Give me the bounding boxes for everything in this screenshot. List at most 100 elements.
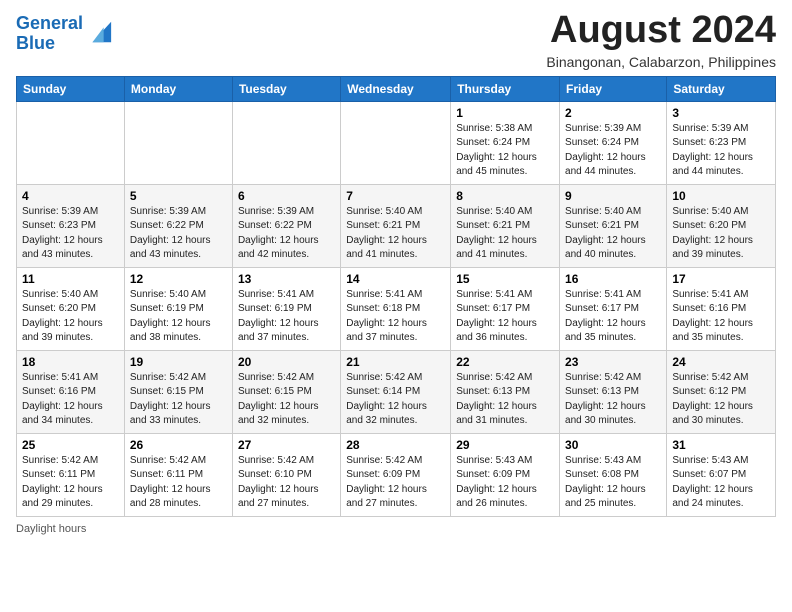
- day-number: 27: [238, 438, 335, 452]
- calendar-week-row: 11 Sunrise: 5:40 AM Sunset: 6:20 PM Dayli…: [17, 267, 776, 350]
- daylight-label: Daylight hours: [16, 523, 86, 535]
- day-number: 17: [672, 272, 770, 286]
- day-info: Sunrise: 5:43 AM Sunset: 6:07 PM Dayligh…: [672, 454, 770, 512]
- day-number: 14: [346, 272, 445, 286]
- day-number: 21: [346, 355, 445, 369]
- calendar-cell: 9 Sunrise: 5:40 AM Sunset: 6:21 PM Daylig…: [560, 184, 667, 267]
- title-block: August 2024 Binangonan, Calabarzon, Phil…: [546, 10, 776, 70]
- calendar-week-row: 25 Sunrise: 5:42 AM Sunset: 6:11 PM Dayli…: [17, 433, 776, 516]
- day-number: 25: [22, 438, 119, 452]
- day-info: Sunrise: 5:41 AM Sunset: 6:16 PM Dayligh…: [672, 288, 770, 346]
- calendar-cell: 4 Sunrise: 5:39 AM Sunset: 6:23 PM Daylig…: [17, 184, 125, 267]
- day-info: Sunrise: 5:42 AM Sunset: 6:11 PM Dayligh…: [22, 454, 119, 512]
- footer: Daylight hours: [16, 523, 776, 535]
- day-info: Sunrise: 5:41 AM Sunset: 6:17 PM Dayligh…: [565, 288, 661, 346]
- day-info: Sunrise: 5:41 AM Sunset: 6:18 PM Dayligh…: [346, 288, 445, 346]
- day-info: Sunrise: 5:42 AM Sunset: 6:12 PM Dayligh…: [672, 371, 770, 429]
- day-info: Sunrise: 5:39 AM Sunset: 6:23 PM Dayligh…: [22, 205, 119, 263]
- day-number: 28: [346, 438, 445, 452]
- day-number: 12: [130, 272, 227, 286]
- day-number: 4: [22, 189, 119, 203]
- day-number: 18: [22, 355, 119, 369]
- calendar-cell: 15Sunrise: 5:41 AM Sunset: 6:17 PM Dayli…: [451, 267, 560, 350]
- day-info: Sunrise: 5:42 AM Sunset: 6:14 PM Dayligh…: [346, 371, 445, 429]
- day-info: Sunrise: 5:42 AM Sunset: 6:13 PM Dayligh…: [565, 371, 661, 429]
- calendar-cell: 6 Sunrise: 5:39 AM Sunset: 6:22 PM Daylig…: [232, 184, 340, 267]
- day-number: 5: [130, 189, 227, 203]
- day-info: Sunrise: 5:40 AM Sunset: 6:20 PM Dayligh…: [672, 205, 770, 263]
- day-number: 9: [565, 189, 661, 203]
- day-info: Sunrise: 5:41 AM Sunset: 6:19 PM Dayligh…: [238, 288, 335, 346]
- day-info: Sunrise: 5:42 AM Sunset: 6:10 PM Dayligh…: [238, 454, 335, 512]
- day-number: 31: [672, 438, 770, 452]
- calendar-header-row: SundayMondayTuesdayWednesdayThursdayFrid…: [17, 76, 776, 101]
- calendar-cell: 7 Sunrise: 5:40 AM Sunset: 6:21 PM Daylig…: [341, 184, 451, 267]
- calendar-cell: [341, 101, 451, 184]
- calendar-cell: 14 Sunrise: 5:41 AM Sunset: 6:18 PM Dayli…: [341, 267, 451, 350]
- day-info: Sunrise: 5:42 AM Sunset: 6:09 PM Dayligh…: [346, 454, 445, 512]
- logo-text: General Blue: [16, 14, 83, 54]
- calendar-cell: 10 Sunrise: 5:40 AM Sunset: 6:20 PM Dayli…: [667, 184, 776, 267]
- calendar-cell: 28 Sunrise: 5:42 AM Sunset: 6:09 PM Dayli…: [341, 433, 451, 516]
- day-info: Sunrise: 5:38 AM Sunset: 6:24 PM Dayligh…: [456, 122, 554, 180]
- calendar-header-tuesday: Tuesday: [232, 76, 340, 101]
- day-info: Sunrise: 5:40 AM Sunset: 6:21 PM Dayligh…: [565, 205, 661, 263]
- day-info: Sunrise: 5:42 AM Sunset: 6:13 PM Dayligh…: [456, 371, 554, 429]
- day-number: 6: [238, 189, 335, 203]
- day-number: 30: [565, 438, 661, 452]
- day-number: 26: [130, 438, 227, 452]
- calendar-header-friday: Friday: [560, 76, 667, 101]
- calendar-cell: 26Sunrise: 5:42 AM Sunset: 6:11 PM Dayli…: [124, 433, 232, 516]
- day-info: Sunrise: 5:40 AM Sunset: 6:21 PM Dayligh…: [346, 205, 445, 263]
- day-number: 8: [456, 189, 554, 203]
- day-info: Sunrise: 5:40 AM Sunset: 6:19 PM Dayligh…: [130, 288, 227, 346]
- day-number: 16: [565, 272, 661, 286]
- day-info: Sunrise: 5:41 AM Sunset: 6:16 PM Dayligh…: [22, 371, 119, 429]
- calendar-week-row: 1 Sunrise: 5:38 AM Sunset: 6:24 PM Daylig…: [17, 101, 776, 184]
- day-number: 7: [346, 189, 445, 203]
- day-number: 1: [456, 106, 554, 120]
- calendar-cell: 5 Sunrise: 5:39 AM Sunset: 6:22 PM Daylig…: [124, 184, 232, 267]
- page: General Blue August 2024 Binangonan, Cal…: [0, 0, 792, 545]
- day-info: Sunrise: 5:42 AM Sunset: 6:15 PM Dayligh…: [238, 371, 335, 429]
- day-number: 24: [672, 355, 770, 369]
- calendar-header-saturday: Saturday: [667, 76, 776, 101]
- day-number: 11: [22, 272, 119, 286]
- logo: General Blue: [16, 14, 113, 54]
- calendar-week-row: 18 Sunrise: 5:41 AM Sunset: 6:16 PM Dayli…: [17, 350, 776, 433]
- day-info: Sunrise: 5:43 AM Sunset: 6:08 PM Dayligh…: [565, 454, 661, 512]
- calendar-cell: 17 Sunrise: 5:41 AM Sunset: 6:16 PM Dayli…: [667, 267, 776, 350]
- calendar-table: SundayMondayTuesdayWednesdayThursdayFrid…: [16, 76, 776, 517]
- day-number: 20: [238, 355, 335, 369]
- calendar-cell: 29Sunrise: 5:43 AM Sunset: 6:09 PM Dayli…: [451, 433, 560, 516]
- calendar-cell: 1 Sunrise: 5:38 AM Sunset: 6:24 PM Daylig…: [451, 101, 560, 184]
- header: General Blue August 2024 Binangonan, Cal…: [16, 10, 776, 70]
- calendar-cell: [232, 101, 340, 184]
- calendar-cell: 19Sunrise: 5:42 AM Sunset: 6:15 PM Dayli…: [124, 350, 232, 433]
- calendar-cell: 3Sunrise: 5:39 AM Sunset: 6:23 PM Daylig…: [667, 101, 776, 184]
- calendar-cell: 8Sunrise: 5:40 AM Sunset: 6:21 PM Daylig…: [451, 184, 560, 267]
- day-number: 2: [565, 106, 661, 120]
- day-number: 15: [456, 272, 554, 286]
- day-info: Sunrise: 5:42 AM Sunset: 6:15 PM Dayligh…: [130, 371, 227, 429]
- calendar-header-thursday: Thursday: [451, 76, 560, 101]
- day-number: 3: [672, 106, 770, 120]
- calendar-cell: 24 Sunrise: 5:42 AM Sunset: 6:12 PM Dayli…: [667, 350, 776, 433]
- calendar-cell: 27 Sunrise: 5:42 AM Sunset: 6:10 PM Dayli…: [232, 433, 340, 516]
- day-info: Sunrise: 5:39 AM Sunset: 6:24 PM Dayligh…: [565, 122, 661, 180]
- day-info: Sunrise: 5:40 AM Sunset: 6:20 PM Dayligh…: [22, 288, 119, 346]
- day-info: Sunrise: 5:43 AM Sunset: 6:09 PM Dayligh…: [456, 454, 554, 512]
- calendar-cell: 23Sunrise: 5:42 AM Sunset: 6:13 PM Dayli…: [560, 350, 667, 433]
- calendar-cell: [124, 101, 232, 184]
- calendar-cell: 30 Sunrise: 5:43 AM Sunset: 6:08 PM Dayli…: [560, 433, 667, 516]
- calendar-header-wednesday: Wednesday: [341, 76, 451, 101]
- day-info: Sunrise: 5:39 AM Sunset: 6:22 PM Dayligh…: [238, 205, 335, 263]
- calendar-cell: 11 Sunrise: 5:40 AM Sunset: 6:20 PM Dayli…: [17, 267, 125, 350]
- calendar-cell: 25 Sunrise: 5:42 AM Sunset: 6:11 PM Dayli…: [17, 433, 125, 516]
- location: Binangonan, Calabarzon, Philippines: [546, 54, 776, 70]
- logo-icon: [85, 18, 113, 46]
- calendar-cell: [17, 101, 125, 184]
- day-number: 10: [672, 189, 770, 203]
- calendar-cell: 16 Sunrise: 5:41 AM Sunset: 6:17 PM Dayli…: [560, 267, 667, 350]
- day-info: Sunrise: 5:39 AM Sunset: 6:22 PM Dayligh…: [130, 205, 227, 263]
